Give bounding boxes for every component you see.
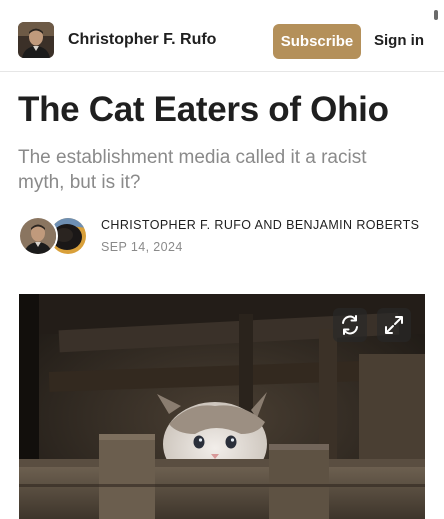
expand-icon[interactable] — [377, 308, 411, 342]
sign-in-link[interactable]: Sign in — [374, 32, 424, 49]
article-subtitle: The establishment media called it a raci… — [18, 147, 367, 193]
author-avatar-primary[interactable] — [18, 216, 58, 256]
hero-image[interactable] — [19, 294, 425, 519]
article-authors[interactable]: CHRISTOPHER F. RUFO AND BENJAMIN ROBERTS — [101, 218, 419, 232]
subscribe-button[interactable]: Subscribe — [273, 24, 361, 59]
publish-date: SEP 14, 2024 — [101, 240, 183, 254]
refresh-icon[interactable] — [333, 308, 367, 342]
publication-name[interactable]: Christopher F. Rufo — [68, 31, 216, 49]
author-avatars[interactable] — [18, 216, 88, 256]
top-navigation-bar: Christopher F. Rufo Subscribe Sign in — [0, 0, 444, 72]
article-title: The Cat Eaters of Ohio — [18, 90, 389, 129]
publication-avatar[interactable] — [18, 22, 54, 58]
